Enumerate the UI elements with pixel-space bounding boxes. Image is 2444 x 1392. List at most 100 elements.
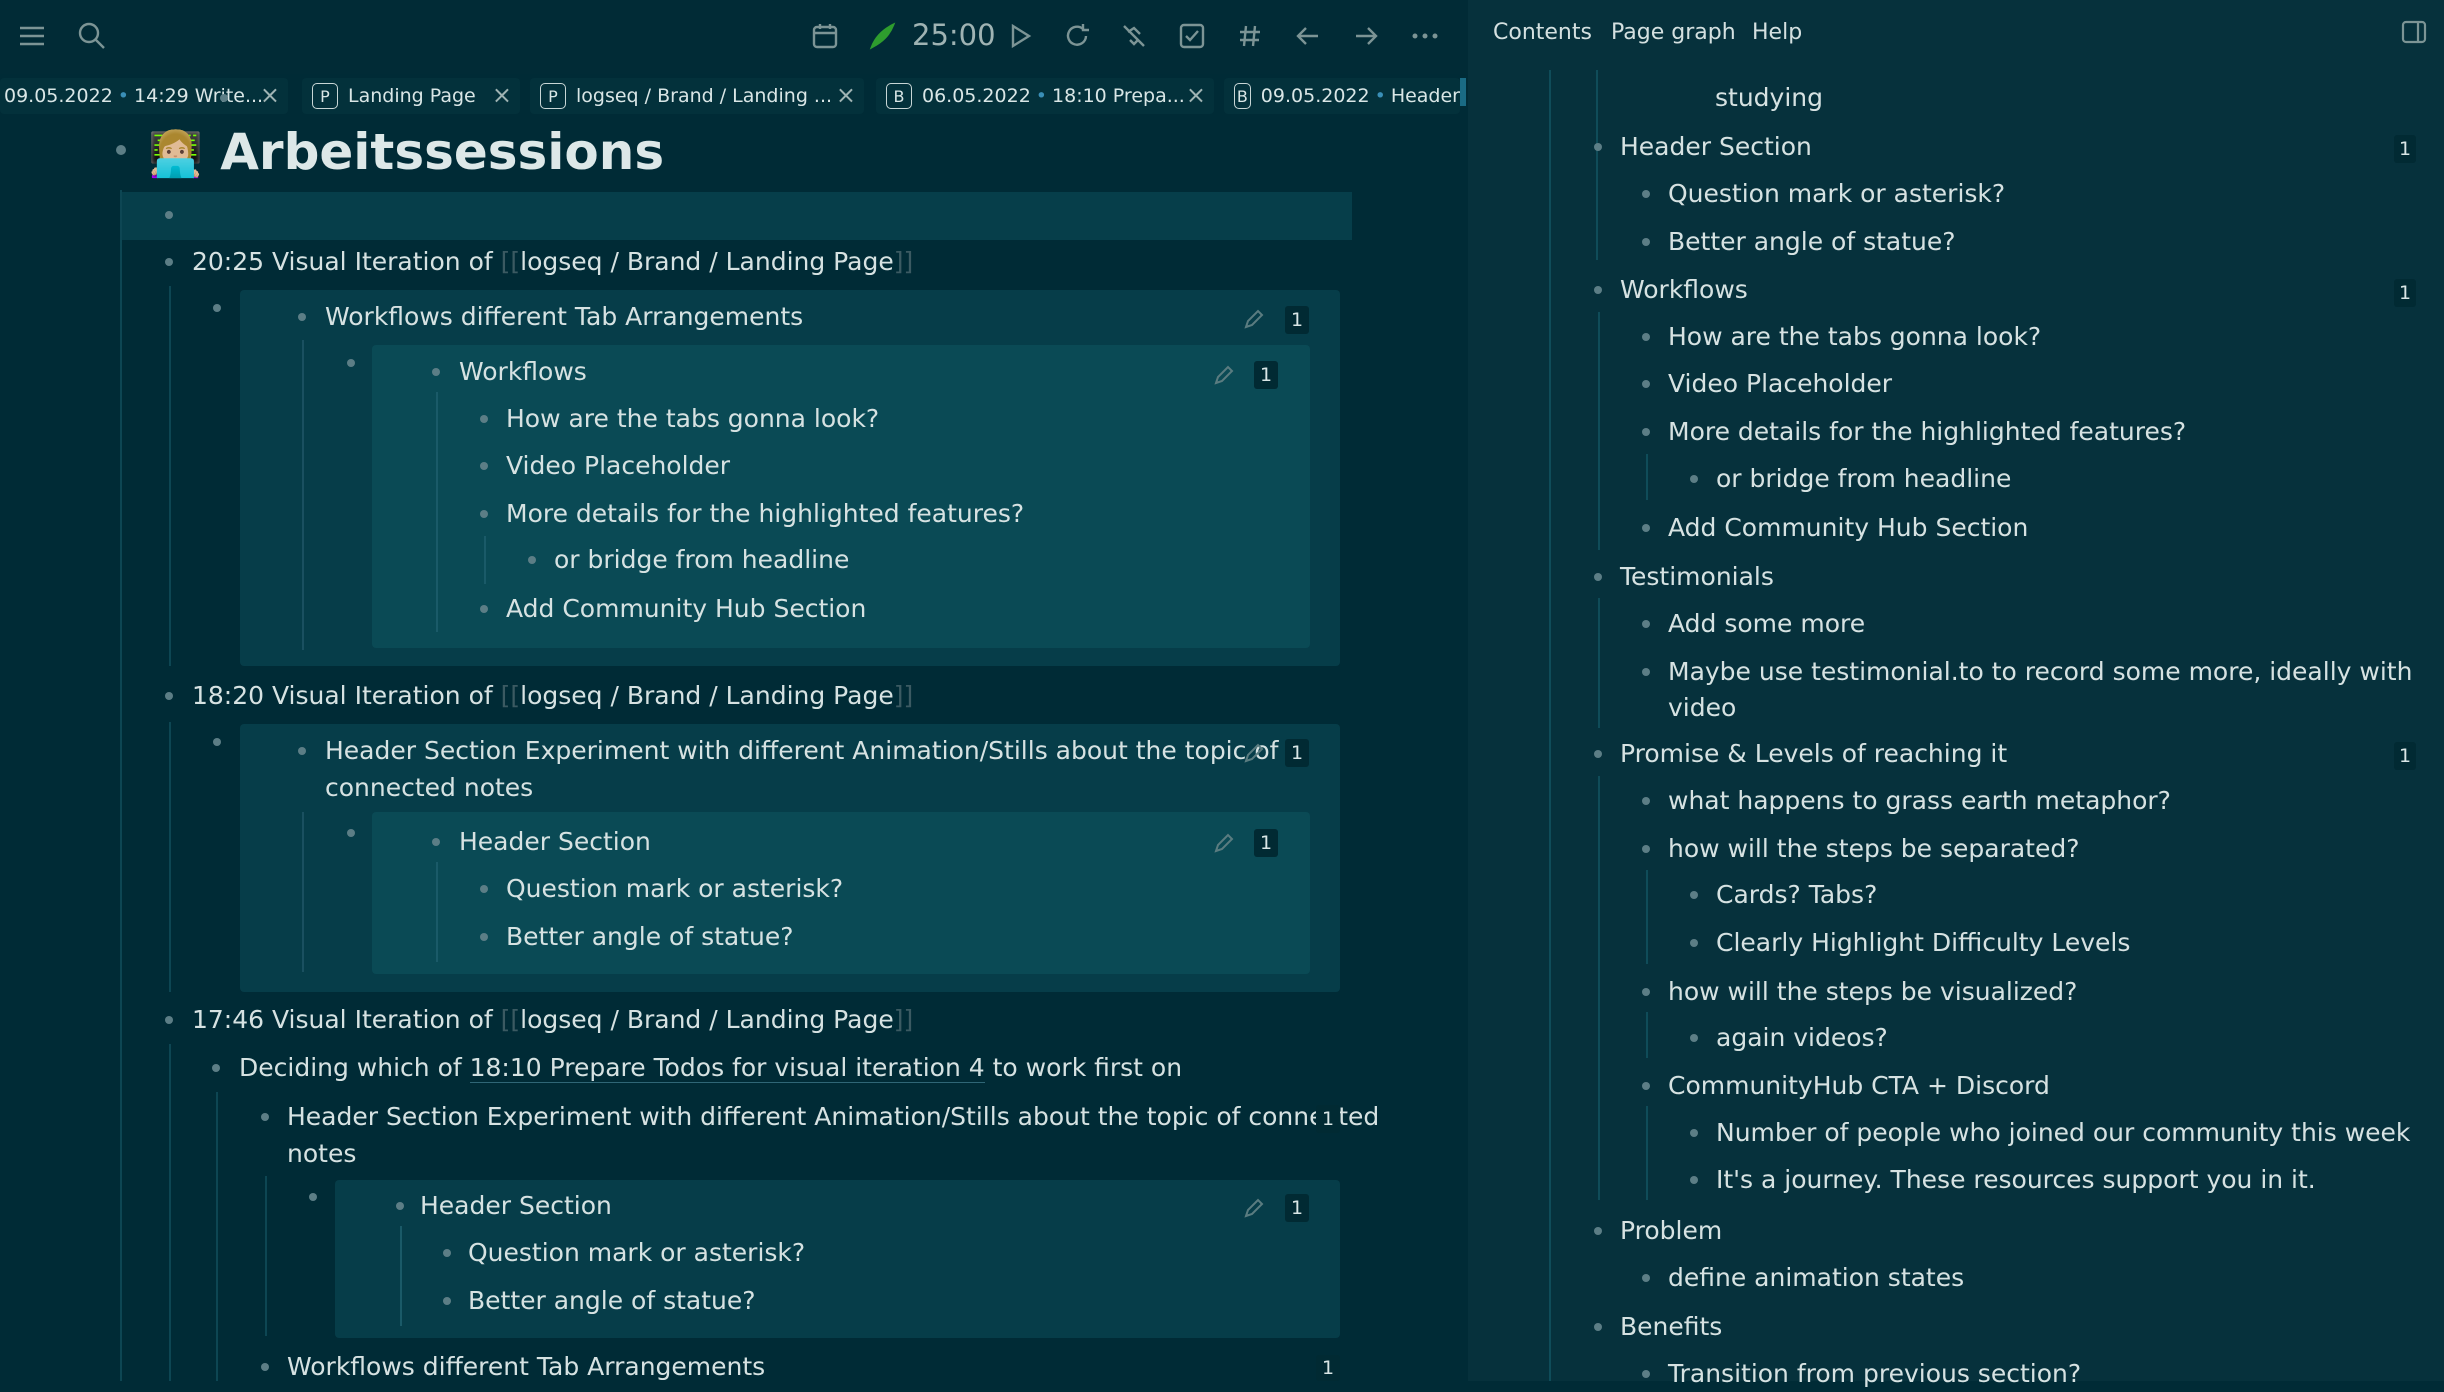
- play-icon[interactable]: [1000, 16, 1040, 56]
- page-ref[interactable]: logseq / Brand / Landing Page: [520, 247, 894, 276]
- reference-count[interactable]: 1: [1316, 1355, 1340, 1381]
- reference-count[interactable]: 1: [1254, 829, 1278, 857]
- block-text[interactable]: Header Section Experiment with different…: [287, 1099, 1379, 1135]
- sidebar-bullet[interactable]: [1642, 1370, 1650, 1378]
- block-ref[interactable]: 18:10 Prepare Todos for visual iteration…: [469, 1053, 985, 1083]
- block-20-25[interactable]: 20:25 Visual Iteration of [[logseq / Bra…: [192, 244, 913, 280]
- block-17-46[interactable]: 17:46 Visual Iteration of [[logseq / Bra…: [192, 1002, 913, 1038]
- sidebar-bullet[interactable]: [1690, 891, 1698, 899]
- block-18-20[interactable]: 18:20 Visual Iteration of [[logseq / Bra…: [192, 678, 913, 714]
- block-text[interactable]: Video Placeholder: [506, 448, 730, 484]
- block-bullet[interactable]: [165, 211, 173, 219]
- block-bullet[interactable]: [432, 838, 440, 846]
- sidebar-bullet[interactable]: [220, 94, 228, 102]
- block-bullet[interactable]: [261, 1363, 269, 1371]
- reference-count[interactable]: 1: [1254, 361, 1278, 389]
- block-text[interactable]: More details for the highlighted feature…: [506, 496, 1024, 532]
- reference-count[interactable]: 1: [1285, 1194, 1309, 1222]
- reference-count[interactable]: 1: [1285, 739, 1309, 767]
- block-text[interactable]: How are the tabs gonna look?: [506, 401, 879, 437]
- edit-icon[interactable]: [1243, 308, 1265, 330]
- edit-icon[interactable]: [1213, 364, 1235, 386]
- close-icon[interactable]: ×: [260, 81, 280, 109]
- sidebar-item[interactable]: Add Community Hub Section: [1668, 510, 2028, 546]
- block-text-wrap[interactable]: connected notes: [325, 770, 533, 806]
- block-text[interactable]: Better angle of statue?: [506, 919, 794, 955]
- refresh-icon[interactable]: [1057, 16, 1097, 56]
- block-bullet[interactable]: [480, 605, 488, 613]
- block-bullet[interactable]: [480, 462, 488, 470]
- sidebar-bullet[interactable]: [1642, 238, 1650, 246]
- sidebar-bullet[interactable]: [1642, 668, 1650, 676]
- block-bullet[interactable]: [298, 747, 306, 755]
- block-text-wrap[interactable]: notes: [287, 1136, 356, 1172]
- sidebar-tab-help[interactable]: Help: [1752, 20, 1802, 45]
- toggle-sidebar-icon[interactable]: [2401, 20, 2427, 44]
- hashtag-icon[interactable]: [1230, 16, 1270, 56]
- edit-icon[interactable]: [1243, 742, 1265, 764]
- reference-count[interactable]: 1: [2394, 279, 2416, 307]
- sidebar-bullet[interactable]: [1642, 797, 1650, 805]
- checkbox-icon[interactable]: [1172, 16, 1212, 56]
- sidebar-item-problem[interactable]: Problem: [1620, 1213, 1722, 1249]
- sidebar-tab-contents[interactable]: Contents: [1493, 20, 1592, 45]
- block-bullet[interactable]: [528, 556, 536, 564]
- sidebar-bullet[interactable]: [1690, 1034, 1698, 1042]
- tab-block-0605[interactable]: B 06.05.2022 • 18:10 Prepa... ×: [876, 78, 1214, 114]
- sidebar-bullet[interactable]: [1594, 143, 1602, 151]
- sidebar-item[interactable]: How are the tabs gonna look?: [1668, 319, 2041, 355]
- block-bullet[interactable]: [396, 1202, 404, 1210]
- sidebar-bullet[interactable]: [1594, 573, 1602, 581]
- block-text[interactable]: Better angle of statue?: [468, 1283, 756, 1319]
- sidebar-bullet[interactable]: [1642, 1274, 1650, 1282]
- block-bullet[interactable]: [480, 933, 488, 941]
- block-bullet[interactable]: [480, 885, 488, 893]
- page-title[interactable]: 👩🏼‍💻 Arbeitssessions: [148, 116, 664, 191]
- more-icon[interactable]: [1405, 16, 1445, 56]
- sidebar-bullet[interactable]: [1594, 286, 1602, 294]
- editing-block[interactable]: [122, 192, 1352, 240]
- embed-bullet[interactable]: [347, 359, 355, 367]
- forward-arrow-icon[interactable]: [1346, 16, 1386, 56]
- sidebar-item[interactable]: Better angle of statue?: [1668, 224, 1956, 260]
- close-icon[interactable]: ×: [1186, 81, 1206, 109]
- reference-count[interactable]: 1: [1316, 1105, 1340, 1133]
- reference-count[interactable]: 1: [2394, 742, 2416, 770]
- sidebar-bullet[interactable]: [1642, 190, 1650, 198]
- menu-icon[interactable]: [12, 16, 52, 56]
- block-text[interactable]: Question mark or asterisk?: [468, 1235, 805, 1271]
- sidebar-item[interactable]: CommunityHub CTA + Discord: [1668, 1068, 2050, 1104]
- block-text[interactable]: Add Community Hub Section: [506, 591, 866, 627]
- tab-journal-0905[interactable]: 09.05.2022 • 14:29 Write... ×: [0, 78, 288, 114]
- block-text[interactable]: Header Section Experiment with different…: [325, 733, 1278, 769]
- sidebar-item[interactable]: again videos?: [1716, 1020, 1888, 1056]
- pomodoro-timer[interactable]: 25:00: [912, 18, 996, 52]
- sidebar-bullet[interactable]: [1594, 1323, 1602, 1331]
- sidebar-bullet[interactable]: [1642, 333, 1650, 341]
- close-icon[interactable]: ×: [836, 81, 856, 109]
- sidebar-item[interactable]: how will the steps be visualized?: [1668, 974, 2077, 1010]
- sidebar-item[interactable]: or bridge from headline: [1716, 461, 2011, 497]
- pomodoro-icon[interactable]: [862, 16, 902, 56]
- close-icon[interactable]: ×: [492, 81, 512, 109]
- sidebar-item-benefits[interactable]: Benefits: [1620, 1309, 1722, 1345]
- block-text[interactable]: Header Section: [420, 1188, 612, 1224]
- sidebar-bullet[interactable]: [1642, 620, 1650, 628]
- block-bullet[interactable]: [480, 415, 488, 423]
- embed-bullet[interactable]: [347, 829, 355, 837]
- sidebar-item[interactable]: Video Placeholder: [1668, 366, 1892, 402]
- tab-landing-page[interactable]: P Landing Page ×: [302, 78, 520, 114]
- strikethrough-icon[interactable]: [1114, 16, 1154, 56]
- sidebar-bullet[interactable]: [1642, 988, 1650, 996]
- embed-bullet[interactable]: [213, 304, 221, 312]
- edit-icon[interactable]: [1243, 1197, 1265, 1219]
- tab-logseq-brand[interactable]: Plogseq / Brand / Landing ... ×: [530, 78, 864, 114]
- page-bullet[interactable]: [116, 145, 126, 155]
- block-bullet[interactable]: [261, 1113, 269, 1121]
- sidebar-item[interactable]: Cards? Tabs?: [1716, 877, 1877, 913]
- sidebar-item[interactable]: define animation states: [1668, 1260, 1964, 1296]
- sidebar-bullet[interactable]: [1690, 1176, 1698, 1184]
- edit-icon[interactable]: [1213, 832, 1235, 854]
- sidebar-item[interactable]: More details for the highlighted feature…: [1668, 414, 2186, 450]
- block-text[interactable]: or bridge from headline: [554, 542, 849, 578]
